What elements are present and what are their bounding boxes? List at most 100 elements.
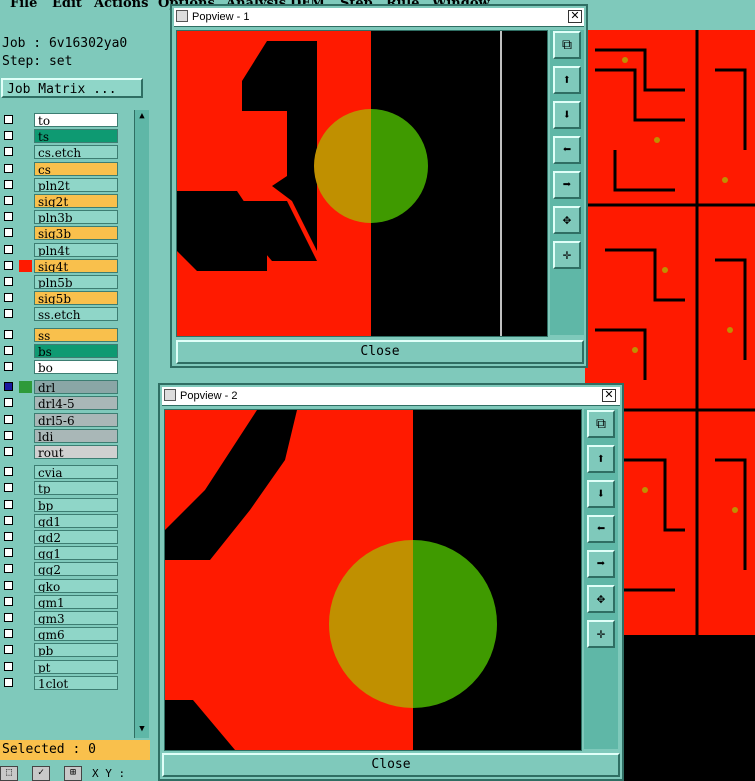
layer-color-swatch[interactable] xyxy=(19,612,32,624)
layer-color-swatch[interactable] xyxy=(19,114,32,126)
layer-row[interactable]: pln2t xyxy=(0,177,134,193)
layer-name[interactable]: sig4t xyxy=(34,258,118,273)
pan-up-icon[interactable]: ⬆ xyxy=(587,445,615,473)
layer-name[interactable]: ts xyxy=(34,129,118,144)
layer-checkbox[interactable] xyxy=(4,147,13,157)
layer-color-swatch[interactable] xyxy=(19,563,32,575)
layer-color-swatch[interactable] xyxy=(19,397,32,409)
layer-name[interactable]: pt xyxy=(34,659,118,674)
layer-checkbox[interactable] xyxy=(4,179,13,189)
layer-row[interactable]: pt xyxy=(0,659,134,675)
layer-name[interactable]: sig2t xyxy=(34,194,118,208)
layer-name[interactable]: tp xyxy=(34,481,118,496)
layer-row[interactable]: to xyxy=(0,112,134,128)
layer-checkbox[interactable] xyxy=(4,196,13,205)
layer-row[interactable]: gg2 xyxy=(0,561,134,577)
layer-color-swatch[interactable] xyxy=(19,430,32,442)
layer-color-swatch[interactable] xyxy=(19,596,32,608)
layer-name[interactable]: bp xyxy=(34,497,118,512)
layer-row[interactable]: ts xyxy=(0,128,134,144)
pan-right-icon[interactable]: ➡ xyxy=(553,171,581,199)
layer-checkbox[interactable] xyxy=(4,532,13,541)
layer-checkbox[interactable] xyxy=(4,309,13,319)
layer-name[interactable]: ss.etch xyxy=(34,307,118,322)
layer-name[interactable]: cs xyxy=(34,161,118,176)
layer-row[interactable]: sig3b xyxy=(0,225,134,241)
close-icon[interactable]: ✕ xyxy=(602,389,616,402)
layer-color-swatch[interactable] xyxy=(19,195,32,207)
layer-checkbox[interactable] xyxy=(4,212,13,222)
layer-checkbox[interactable] xyxy=(4,499,13,509)
layer-name[interactable]: cvia xyxy=(34,465,118,480)
layer-name[interactable]: bs xyxy=(34,343,118,358)
layer-row[interactable]: 1clot xyxy=(0,675,134,691)
layer-checkbox[interactable] xyxy=(4,345,13,355)
layer-color-swatch[interactable] xyxy=(19,515,32,527)
popview-1-canvas[interactable] xyxy=(176,30,548,337)
layer-row[interactable]: cvia xyxy=(0,464,134,480)
layer-name[interactable]: cs.etch xyxy=(34,145,118,160)
zoom-fit-icon[interactable]: ⧉ xyxy=(587,410,615,438)
layer-checkbox[interactable] xyxy=(4,382,13,392)
layer-color-swatch[interactable] xyxy=(19,308,32,320)
layer-color-swatch[interactable] xyxy=(19,146,32,158)
layer-name[interactable]: bo xyxy=(34,360,118,374)
menu-edit[interactable]: Edit xyxy=(52,0,82,10)
layer-checkbox[interactable] xyxy=(4,277,13,286)
menu-actions[interactable]: Actions xyxy=(94,0,148,10)
layer-row[interactable]: pln5b xyxy=(0,274,134,290)
zoom-out-icon[interactable]: ✛ xyxy=(587,620,615,648)
layer-color-swatch[interactable] xyxy=(19,227,32,239)
layer-name[interactable]: 1clot xyxy=(34,675,118,690)
layer-color-swatch[interactable] xyxy=(19,531,32,543)
layer-row[interactable]: drl4-5 xyxy=(0,395,134,411)
layer-checkbox[interactable] xyxy=(4,447,13,456)
layer-row[interactable]: gko xyxy=(0,578,134,594)
layer-checkbox[interactable] xyxy=(4,564,13,574)
layer-checkbox[interactable] xyxy=(4,115,13,124)
layer-color-swatch[interactable] xyxy=(19,292,32,304)
layer-checkbox[interactable] xyxy=(4,163,13,173)
layer-color-swatch[interactable] xyxy=(19,329,32,341)
layer-name[interactable]: sig5b xyxy=(34,291,118,306)
menu-file[interactable]: File xyxy=(10,0,37,10)
layer-color-swatch[interactable] xyxy=(19,179,32,191)
layer-checkbox[interactable] xyxy=(4,244,13,254)
layer-row[interactable]: gm1 xyxy=(0,594,134,610)
layer-name[interactable]: gm1 xyxy=(34,594,118,609)
layer-checkbox[interactable] xyxy=(4,414,13,424)
pan-up-icon[interactable]: ⬆ xyxy=(553,66,581,94)
window-menu-icon[interactable] xyxy=(176,10,188,22)
layer-checkbox[interactable] xyxy=(4,645,13,655)
pan-left-icon[interactable]: ⬅ xyxy=(553,136,581,164)
popview-2-titlebar[interactable]: Popview - 2 ✕ xyxy=(162,387,620,406)
job-matrix-button[interactable]: Job Matrix ... xyxy=(1,78,143,98)
layer-row[interactable]: gd1 xyxy=(0,513,134,529)
layer-color-swatch[interactable] xyxy=(19,677,32,689)
layer-color-swatch[interactable] xyxy=(19,580,32,592)
layer-checkbox[interactable] xyxy=(4,483,13,493)
layer-color-swatch[interactable] xyxy=(19,345,32,357)
layer-row[interactable]: pb xyxy=(0,642,134,658)
layer-row[interactable]: bo xyxy=(0,359,134,375)
layer-name[interactable]: to xyxy=(34,113,118,127)
layer-name[interactable]: gd1 xyxy=(34,513,118,528)
layer-checkbox[interactable] xyxy=(4,467,13,477)
layer-name[interactable]: pln2t xyxy=(34,177,118,192)
layer-checkbox[interactable] xyxy=(4,629,13,639)
pan-right-icon[interactable]: ➡ xyxy=(587,550,615,578)
layer-row[interactable]: rout xyxy=(0,444,134,460)
layer-name[interactable]: gm3 xyxy=(34,611,118,625)
layer-row[interactable]: pln3b xyxy=(0,209,134,225)
layer-checkbox[interactable] xyxy=(4,613,13,622)
layer-checkbox[interactable] xyxy=(4,293,13,303)
layer-checkbox[interactable] xyxy=(4,596,13,606)
layer-row[interactable]: gm6 xyxy=(0,626,134,642)
layer-color-swatch[interactable] xyxy=(19,482,32,494)
layer-color-swatch[interactable] xyxy=(19,547,32,559)
layer-color-swatch[interactable] xyxy=(19,381,32,394)
zoom-out-icon[interactable]: ✛ xyxy=(553,241,581,269)
layer-name[interactable]: drl5-6 xyxy=(34,412,118,427)
layer-checkbox[interactable] xyxy=(4,362,13,371)
layer-name[interactable]: drl xyxy=(34,380,118,395)
